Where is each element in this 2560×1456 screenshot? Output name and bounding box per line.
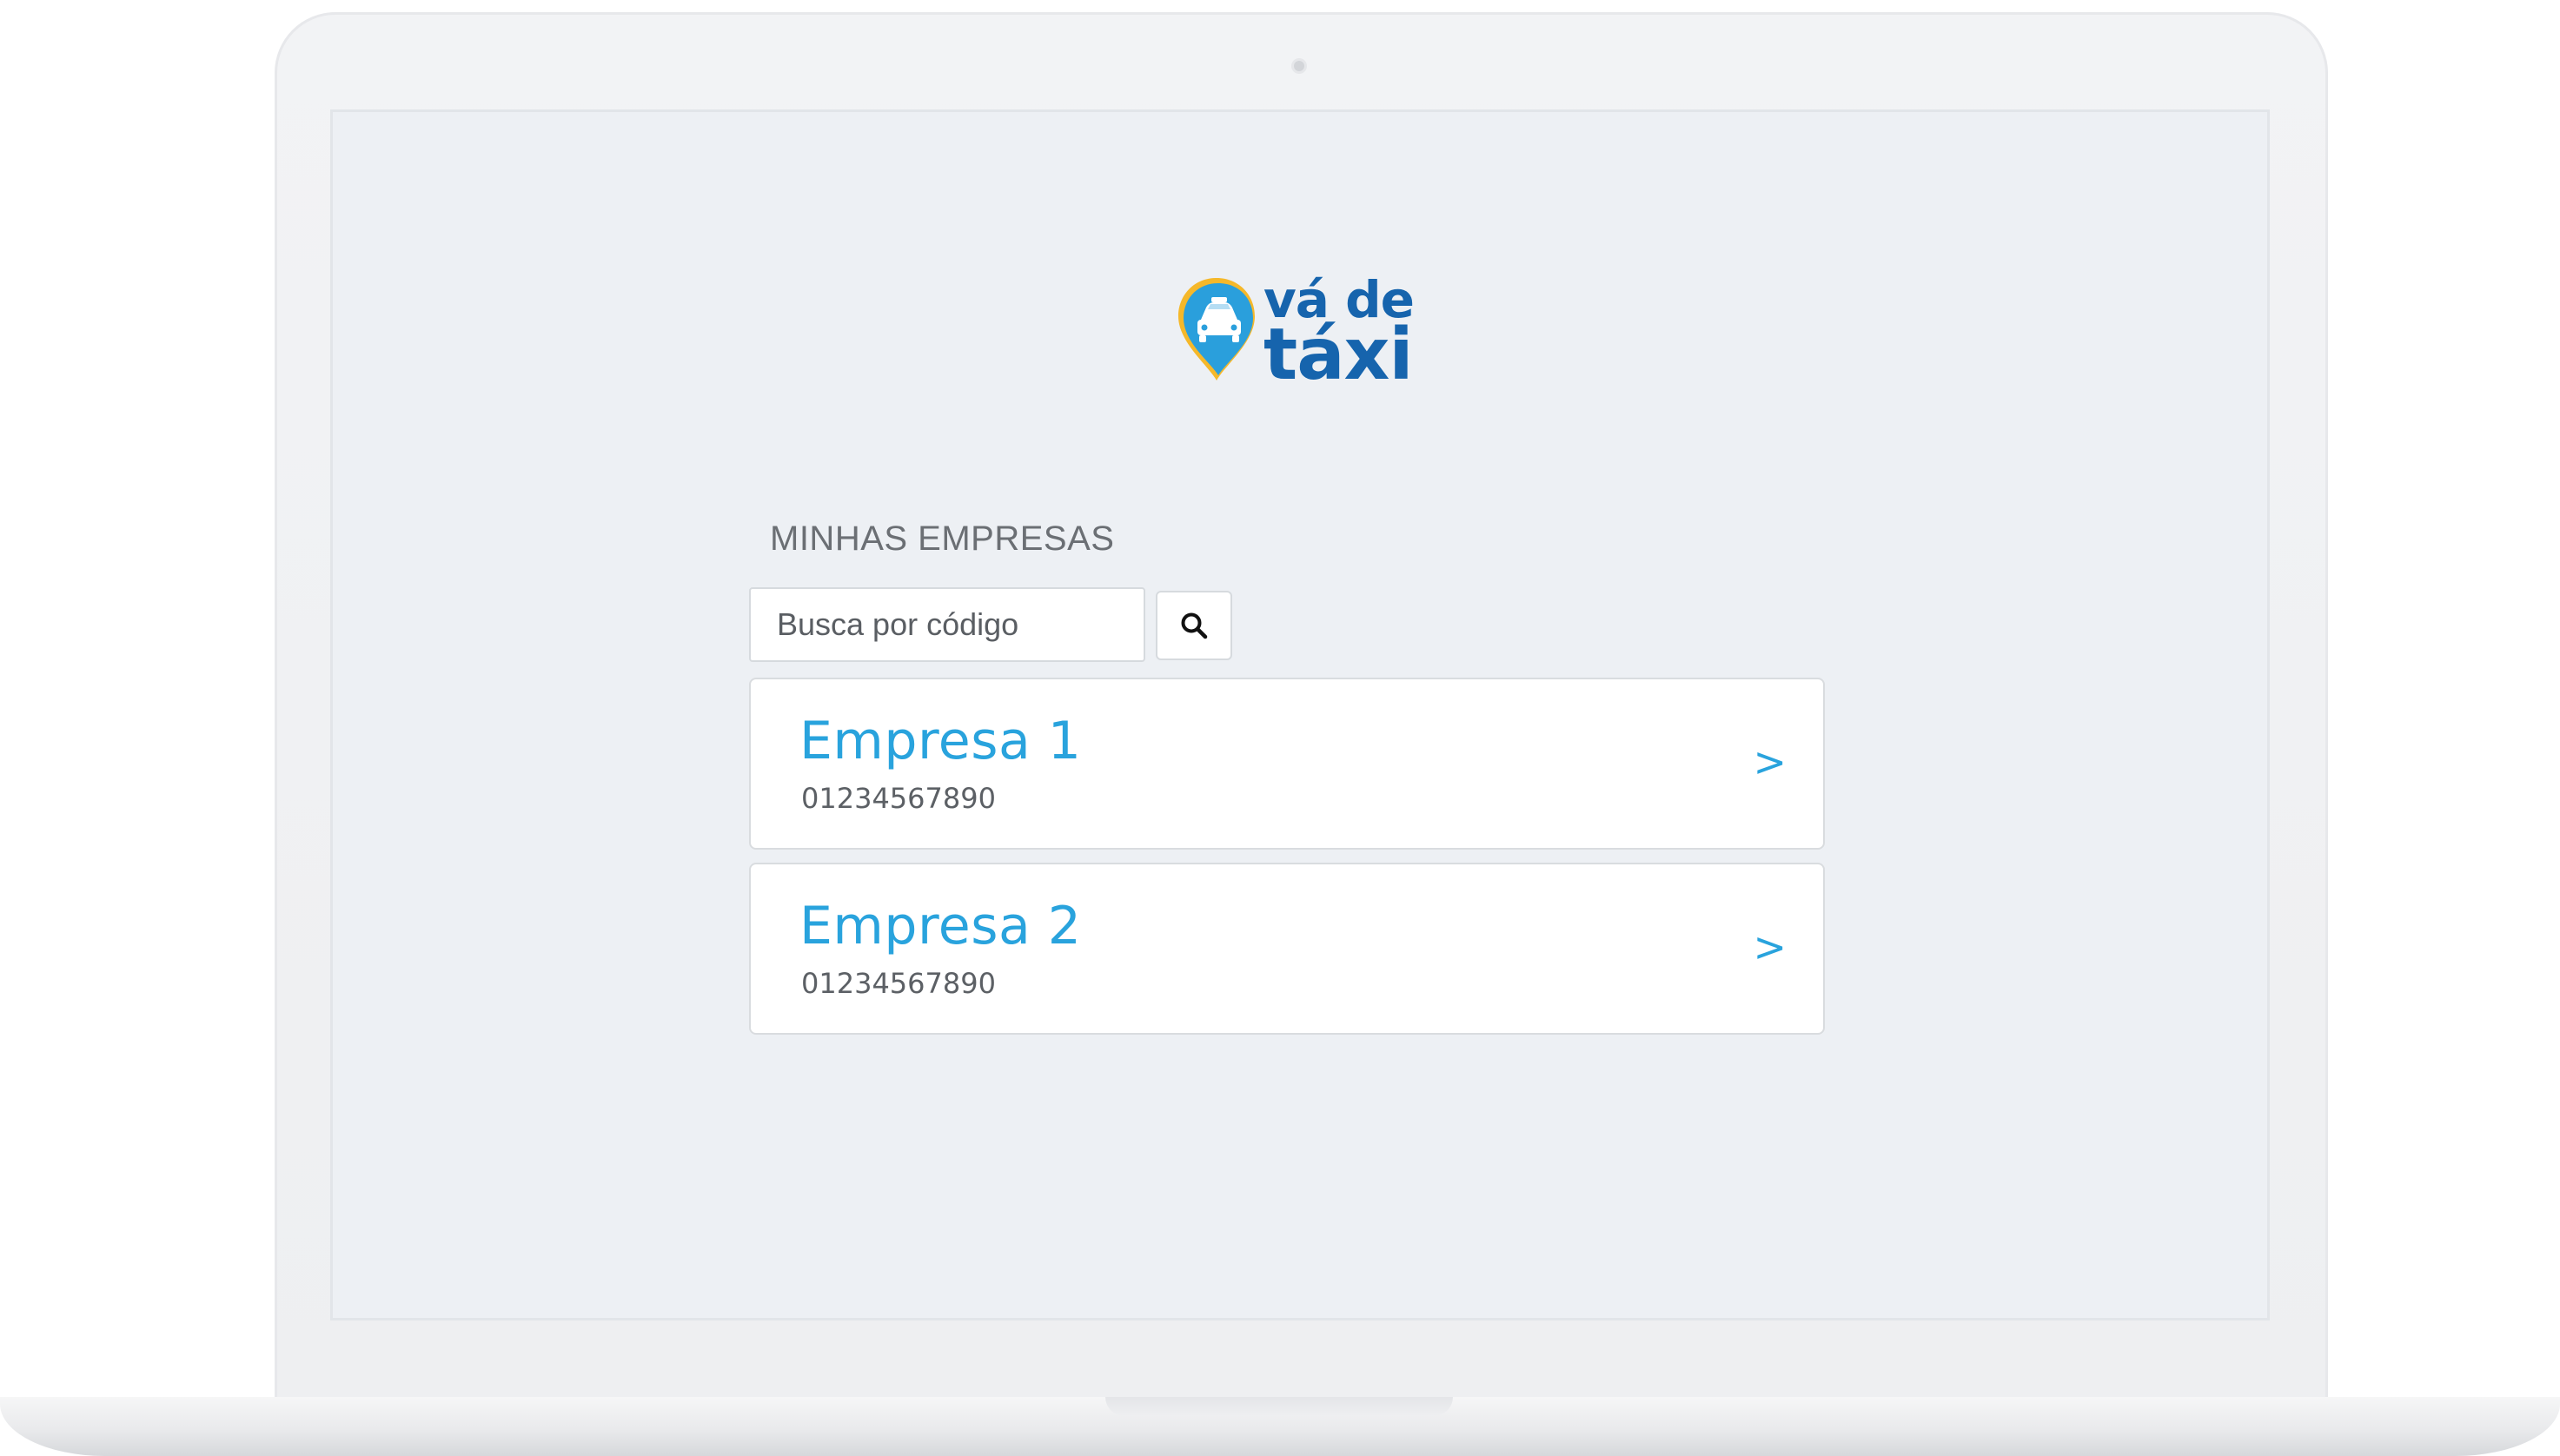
company-name: Empresa 1 bbox=[799, 711, 1082, 771]
company-name: Empresa 2 bbox=[799, 896, 1082, 956]
search-button[interactable] bbox=[1156, 591, 1232, 660]
company-card[interactable]: Empresa 2 01234567890 > bbox=[749, 863, 1825, 1035]
laptop-base-notch bbox=[1105, 1397, 1453, 1416]
section-title: MINHAS EMPRESAS bbox=[770, 520, 1115, 558]
webcam bbox=[1294, 61, 1304, 71]
search-icon bbox=[1181, 612, 1208, 639]
brand-logo: vá de táxi bbox=[1173, 268, 1416, 396]
brand-wordmark-line2: táxi bbox=[1263, 314, 1414, 396]
chevron-right-icon[interactable]: > bbox=[1753, 923, 1787, 970]
company-code: 01234567890 bbox=[801, 782, 996, 815]
chevron-right-icon[interactable]: > bbox=[1753, 738, 1787, 785]
brand-wordmark: vá de táxi bbox=[1263, 268, 1415, 396]
company-code: 01234567890 bbox=[801, 967, 996, 1000]
company-card[interactable]: Empresa 1 01234567890 > bbox=[749, 678, 1825, 850]
taxi-pin-icon bbox=[1178, 278, 1255, 381]
search-code-input[interactable] bbox=[749, 587, 1145, 662]
